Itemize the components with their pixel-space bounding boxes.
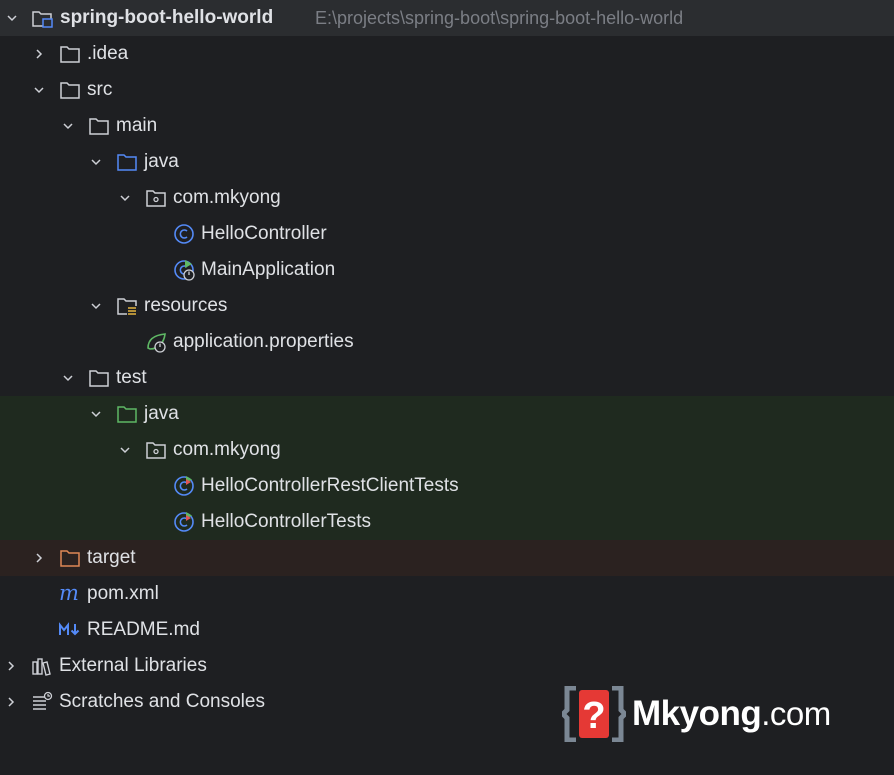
folder-icon xyxy=(88,115,110,137)
folder-icon xyxy=(88,367,110,389)
markdown-icon xyxy=(59,619,81,641)
mkyong-watermark: ? Mkyong.com xyxy=(562,686,862,742)
watermark-brand: Mkyong.com xyxy=(632,694,831,733)
chevron-down-icon[interactable] xyxy=(60,118,76,134)
class-icon xyxy=(173,223,195,245)
excluded-folder-icon xyxy=(59,547,81,569)
tree-row-readme[interactable]: README.md xyxy=(0,612,894,648)
folder-icon xyxy=(59,79,81,101)
tree-row-pom[interactable]: m pom.xml xyxy=(0,576,894,612)
chevron-right-icon[interactable] xyxy=(31,46,47,62)
tree-label: Scratches and Consoles xyxy=(59,691,265,712)
tree-label: HelloController xyxy=(201,223,327,244)
source-folder-icon xyxy=(116,151,138,173)
chevron-down-icon[interactable] xyxy=(60,370,76,386)
tree-label: main xyxy=(116,115,158,136)
tree-label: java xyxy=(144,403,179,424)
scratches-icon xyxy=(31,691,53,713)
module-folder-icon xyxy=(31,7,53,29)
tree-row-resources[interactable]: resources xyxy=(0,288,894,324)
tree-label: target xyxy=(87,547,136,568)
tree-row-controller-tests[interactable]: HelloControllerTests xyxy=(0,504,894,540)
chevron-down-icon[interactable] xyxy=(31,82,47,98)
tree-row-hello-controller[interactable]: HelloController xyxy=(0,216,894,252)
svg-text:m: m xyxy=(59,581,79,605)
tree-row-project-root[interactable]: spring-boot-hello-world E:\projects\spri… xyxy=(0,0,894,36)
tree-label: src xyxy=(87,79,113,100)
tree-label: com.mkyong xyxy=(173,439,281,460)
maven-icon: m xyxy=(59,581,81,605)
tree-label: External Libraries xyxy=(59,655,207,676)
mkyong-logo-icon: ? xyxy=(562,686,626,742)
package-icon xyxy=(145,187,167,209)
tree-label: application.properties xyxy=(173,331,354,352)
spring-properties-icon xyxy=(145,331,167,353)
svg-text:?: ? xyxy=(582,695,605,737)
tree-label: HelloControllerTests xyxy=(201,511,372,532)
folder-icon xyxy=(59,43,81,65)
project-tree: spring-boot-hello-world E:\projects\spri… xyxy=(0,0,894,720)
tree-row-main-java[interactable]: java xyxy=(0,144,894,180)
chevron-right-icon[interactable] xyxy=(3,658,19,674)
tree-row-test-package[interactable]: com.mkyong xyxy=(0,432,894,468)
tree-row-rest-client-tests[interactable]: HelloControllerRestClientTests xyxy=(0,468,894,504)
test-class-icon xyxy=(173,511,195,533)
tree-row-test[interactable]: test xyxy=(0,360,894,396)
resources-folder-icon xyxy=(116,295,138,317)
tree-row-test-java[interactable]: java xyxy=(0,396,894,432)
test-folder-icon xyxy=(116,403,138,425)
chevron-down-icon[interactable] xyxy=(117,442,133,458)
tree-row-main-package[interactable]: com.mkyong xyxy=(0,180,894,216)
tree-label: pom.xml xyxy=(87,583,159,604)
chevron-right-icon[interactable] xyxy=(31,550,47,566)
chevron-right-icon[interactable] xyxy=(3,694,19,710)
tree-row-src[interactable]: src xyxy=(0,72,894,108)
tree-row-idea[interactable]: .idea xyxy=(0,36,894,72)
tree-label: .idea xyxy=(87,43,129,64)
tree-row-application-properties[interactable]: application.properties xyxy=(0,324,894,360)
tree-label: java xyxy=(144,151,179,172)
chevron-down-icon[interactable] xyxy=(88,298,104,314)
project-name: spring-boot-hello-world xyxy=(60,7,274,28)
tree-row-external-libraries[interactable]: External Libraries xyxy=(0,648,894,684)
chevron-down-icon[interactable] xyxy=(88,154,104,170)
tree-row-target[interactable]: target xyxy=(0,540,894,576)
tree-label: com.mkyong xyxy=(173,187,281,208)
tree-label: HelloControllerRestClientTests xyxy=(201,475,459,496)
tree-row-main-application[interactable]: MainApplication xyxy=(0,252,894,288)
chevron-down-icon[interactable] xyxy=(4,10,20,26)
tree-label: MainApplication xyxy=(201,259,336,280)
tree-row-main[interactable]: main xyxy=(0,108,894,144)
tree-label: test xyxy=(116,367,147,388)
tree-label: README.md xyxy=(87,619,200,640)
project-path: E:\projects\spring-boot\spring-boot-hell… xyxy=(315,7,684,28)
chevron-down-icon[interactable] xyxy=(117,190,133,206)
test-class-icon xyxy=(173,475,195,497)
libraries-icon xyxy=(31,655,53,677)
runnable-class-icon xyxy=(173,259,195,281)
chevron-down-icon[interactable] xyxy=(88,406,104,422)
package-icon xyxy=(145,439,167,461)
tree-label: resources xyxy=(144,295,228,316)
